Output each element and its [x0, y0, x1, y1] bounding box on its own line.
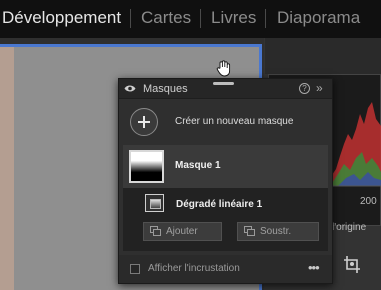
histogram-tick-200: 200 — [360, 196, 377, 207]
mask-row[interactable]: Masque 1 — [123, 145, 328, 188]
help-icon[interactable]: ? — [299, 83, 310, 94]
create-mask-button[interactable] — [130, 108, 158, 136]
right-panel-header — [265, 38, 381, 74]
drag-handle[interactable] — [213, 82, 234, 85]
module-slideshow[interactable]: Diaporama — [277, 8, 360, 28]
module-separator — [200, 9, 201, 28]
mask-name: Masque 1 — [175, 160, 221, 171]
hand-cursor-icon — [216, 60, 231, 77]
add-button[interactable]: Ajouter — [143, 222, 222, 241]
masks-panel: Masques ? » Créer un nouveau masque Masq… — [118, 78, 333, 284]
origin-label: l'origine — [332, 222, 367, 233]
module-picker: Développement Cartes Livres Diaporama — [0, 0, 381, 38]
module-book[interactable]: Livres — [211, 8, 256, 28]
add-mask-icon — [150, 226, 161, 236]
more-icon[interactable]: ••• — [308, 261, 320, 274]
subtract-mask-icon — [244, 226, 255, 236]
show-overlay-checkbox[interactable] — [130, 264, 140, 274]
subtract-button-label: Soustr. — [260, 226, 292, 237]
module-separator — [130, 9, 131, 28]
subtract-button[interactable]: Soustr. — [237, 222, 319, 241]
mask-component-row[interactable]: Dégradé linéaire 1 — [123, 189, 328, 217]
create-mask-label[interactable]: Créer un nouveau masque — [175, 116, 293, 127]
show-overlay-label[interactable]: Afficher l'incrustation — [148, 263, 240, 274]
module-develop[interactable]: Développement — [2, 8, 121, 28]
linear-gradient-icon — [145, 194, 164, 212]
masks-panel-header[interactable]: Masques ? » — [119, 79, 332, 99]
crop-transform-icon[interactable] — [342, 254, 364, 276]
mask-component-name: Dégradé linéaire 1 — [176, 199, 263, 210]
module-map[interactable]: Cartes — [141, 8, 191, 28]
eye-icon[interactable] — [124, 84, 136, 93]
double-chevron-right-icon[interactable]: » — [316, 81, 323, 95]
add-button-label: Ajouter — [166, 226, 198, 237]
masks-panel-title: Masques — [143, 83, 188, 95]
masks-panel-footer: Afficher l'incrustation ••• — [119, 255, 332, 283]
mask-thumbnail[interactable] — [129, 150, 164, 183]
photo-edge — [0, 47, 14, 290]
module-separator — [265, 9, 266, 28]
